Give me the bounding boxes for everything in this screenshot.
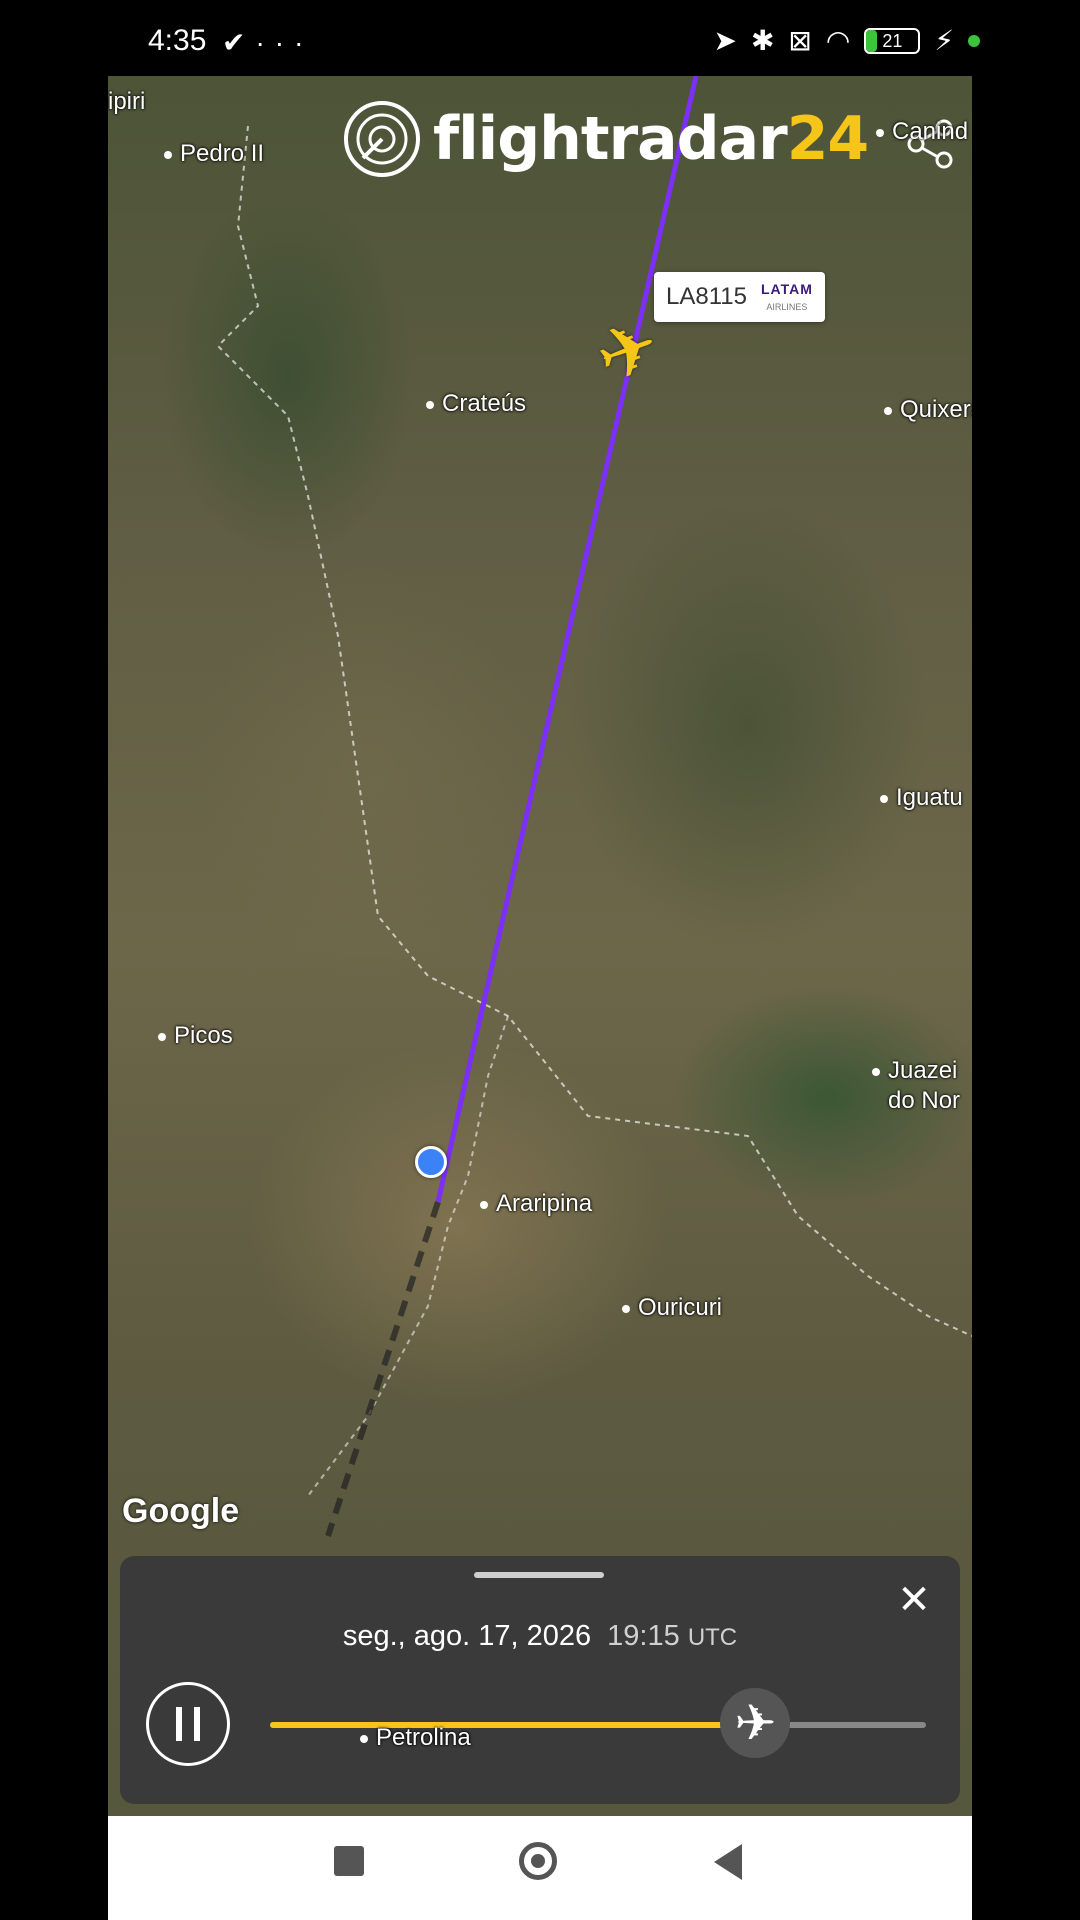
more-icon: ··· [255, 27, 314, 58]
location-icon: ➤ [713, 25, 737, 56]
latam-logo: LATAM AIRLINES [760, 281, 813, 312]
navigation-bar [108, 1816, 972, 1920]
bluetooth-icon: ✱ [750, 25, 775, 56]
wifi-icon: ◠ [825, 25, 851, 56]
sim-icon: ⊠ [788, 25, 812, 56]
status-bar: 4:35 ✔··· ➤ ✱ ⊠ ◠ 21 ⚡ [0, 0, 1080, 86]
charging-icon: ⚡ [934, 25, 954, 56]
place-juazeiro: Juazei do Nor [872, 1056, 960, 1116]
slider-thumb-airplane-icon[interactable]: ✈ [720, 1688, 791, 1758]
status-dot [968, 34, 980, 47]
playback-datetime: seg., ago. 17, 2026 19:15 UTC [342, 1620, 738, 1652]
radar-icon [344, 101, 420, 177]
place-pedro-ii: Pedro II [164, 140, 264, 168]
recents-icon[interactable] [334, 1846, 364, 1876]
map-overlay [216, 76, 972, 1537]
flight-callsign: LA8115 [666, 283, 747, 310]
place-ouricuri: Ouricuri [622, 1294, 722, 1322]
google-attribution: Google [122, 1492, 240, 1530]
home-icon[interactable] [519, 1842, 557, 1880]
place-canind: Canind [876, 118, 968, 146]
satellite-map[interactable]: flightradar24 ipiri Pedro II Canind Crat… [108, 76, 972, 1816]
drag-handle[interactable] [474, 1572, 604, 1578]
battery-indicator: 21 [864, 27, 921, 54]
place-petrolina: Petrolina [360, 1724, 471, 1752]
flightradar24-logo: flightradar24 [343, 100, 869, 178]
place-picos: Picos [158, 1022, 233, 1050]
place-quixera: Quixera [884, 396, 972, 424]
place-crateus: Crateús [426, 390, 526, 418]
place-iguatu: Iguatu [880, 784, 963, 812]
flight-track [435, 76, 699, 1203]
clock: 4:35 [148, 24, 207, 57]
flight-label[interactable]: LA8115 LATAM AIRLINES [654, 272, 825, 322]
place-ipiri: ipiri [108, 88, 146, 115]
place-araripina: Araripina [480, 1190, 592, 1218]
check-icon: ✔ [222, 27, 256, 58]
playback-panel: ✕ seg., ago. 17, 2026 19:15 UTC ✈ [120, 1556, 960, 1804]
close-icon[interactable]: ✕ [894, 1580, 934, 1620]
back-icon[interactable] [714, 1844, 742, 1880]
system-icons: ➤ ✱ ⊠ ◠ 21 ⚡ [713, 24, 980, 57]
pause-button[interactable] [146, 1682, 230, 1766]
notification-icons: ✔··· [222, 26, 313, 59]
my-location-dot [415, 1146, 447, 1178]
